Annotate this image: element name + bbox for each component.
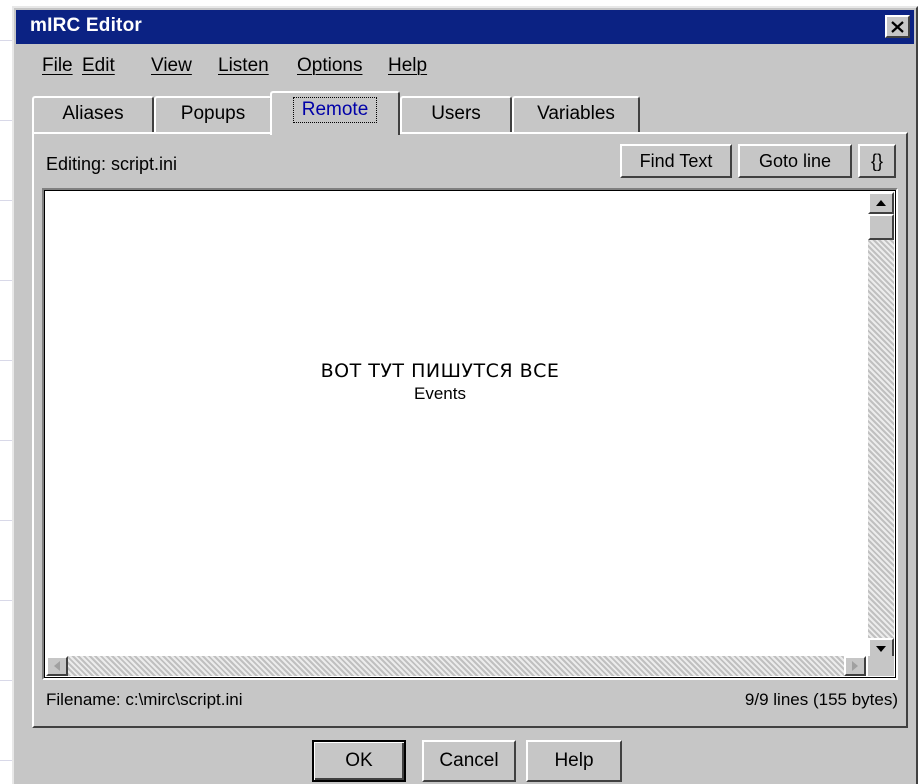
goto-line-button[interactable]: Goto line [738, 144, 852, 178]
background-line [0, 280, 12, 281]
remote-panel: Editing: script.ini Find Text Goto line … [32, 132, 908, 728]
editor-content: ВОТ ТУТ ПИШУТСЯ ВСЕ Events [44, 360, 836, 404]
arrow-down-icon [876, 646, 886, 652]
menu-listen[interactable]: Listen [218, 55, 269, 77]
help-button[interactable]: Help [526, 740, 622, 782]
background-line [0, 760, 12, 761]
background-line [0, 440, 12, 441]
filename-label: Filename: c:\mirc\script.ini [46, 690, 243, 709]
menu-options[interactable]: Options [297, 55, 362, 77]
menu-help[interactable]: Help [388, 55, 427, 77]
menu-view[interactable]: View [151, 55, 192, 77]
menu-edit[interactable]: Edit [82, 55, 115, 77]
editor-window: mIRC Editor File Edit View Listen Option… [12, 6, 918, 784]
brace-match-button[interactable]: {} [858, 144, 896, 178]
editor-line: Events [414, 384, 466, 403]
editing-label: Editing: script.ini [46, 154, 178, 174]
script-editor[interactable]: ВОТ ТУТ ПИШУТСЯ ВСЕ Events [42, 188, 898, 680]
tab-remote[interactable]: Remote [270, 91, 400, 135]
window-title: mIRC Editor [30, 15, 142, 36]
background-line [0, 520, 12, 521]
background-line [0, 600, 12, 601]
background-line [0, 360, 12, 361]
tab-label: Aliases [62, 103, 124, 124]
editor-line: ВОТ ТУТ ПИШУТСЯ ВСЕ [320, 360, 560, 382]
arrow-left-icon [54, 661, 60, 671]
title-bar[interactable]: mIRC Editor [16, 10, 914, 44]
background-line [0, 200, 12, 201]
ok-button[interactable]: OK [312, 740, 406, 782]
arrow-up-icon [876, 200, 886, 206]
tab-users[interactable]: Users [400, 96, 512, 132]
background-line [0, 40, 12, 41]
background-line [0, 120, 12, 121]
scroll-corner [868, 656, 894, 676]
scroll-right-button[interactable] [844, 656, 866, 676]
tab-label: Users [431, 103, 481, 124]
tab-label: Remote [292, 97, 378, 123]
tab-label: Popups [180, 103, 246, 124]
horizontal-scrollbar[interactable] [46, 656, 866, 676]
background-line [0, 680, 12, 681]
scroll-thumb[interactable] [868, 214, 894, 240]
cancel-button[interactable]: Cancel [422, 740, 516, 782]
tab-aliases[interactable]: Aliases [32, 96, 154, 132]
close-icon [891, 20, 904, 33]
find-text-button[interactable]: Find Text [620, 144, 732, 178]
menu-file[interactable]: File [42, 55, 73, 77]
tab-variables[interactable]: Variables [512, 96, 640, 132]
line-count-label: 9/9 lines (155 bytes) [744, 690, 898, 709]
scroll-up-button[interactable] [868, 192, 894, 214]
scroll-left-button[interactable] [46, 656, 68, 676]
menu-bar: File Edit View Listen Options Help [16, 46, 914, 90]
arrow-right-icon [852, 661, 858, 671]
vertical-scrollbar[interactable] [868, 192, 894, 660]
tab-popups[interactable]: Popups [154, 96, 272, 132]
close-button[interactable] [885, 15, 910, 38]
tab-label: Variables [537, 103, 615, 124]
